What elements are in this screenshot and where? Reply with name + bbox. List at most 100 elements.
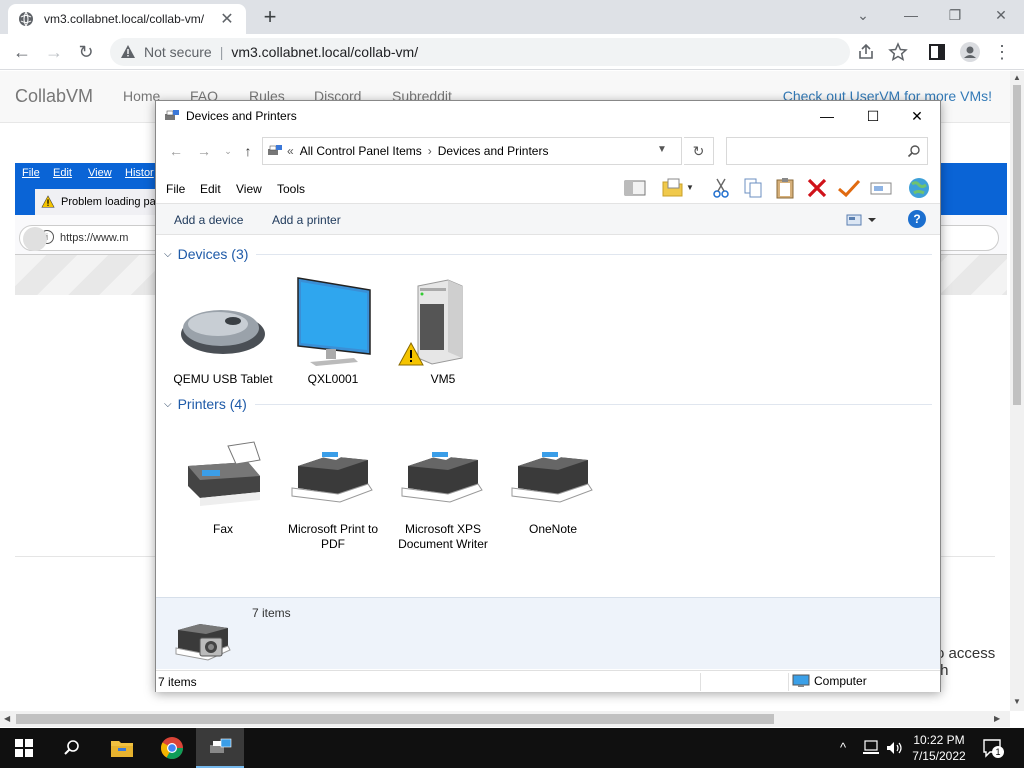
mouse-icon [178,276,268,366]
breadcrumb-devices-printers[interactable]: Devices and Printers [438,144,549,158]
back-icon[interactable]: ← [10,40,34,64]
search-button[interactable] [48,728,96,768]
menu-view[interactable]: View [236,182,262,196]
cut-icon[interactable] [708,176,734,200]
volume-icon[interactable] [886,740,904,756]
reload-icon[interactable]: ↻ [74,40,98,64]
breadcrumb-all-control-panel[interactable]: All Control Panel Items [300,144,422,158]
group-divider [256,253,932,255]
site-brand[interactable]: CollabVM [15,86,93,107]
restore-icon[interactable]: ❐ [940,4,970,26]
scroll-down-icon[interactable]: ▼ [1013,697,1021,706]
device-item[interactable]: QXL0001 [278,276,388,387]
new-tab-button[interactable]: + [258,4,282,30]
printer-icon [398,426,488,516]
device-item[interactable]: VM5 [388,276,498,387]
forward-icon[interactable]: → [42,40,66,64]
bookmark-star-icon[interactable] [888,42,908,62]
profile-avatar-icon[interactable] [960,42,980,62]
group-header-printers[interactable]: ⌵ Printers (4) [164,396,932,412]
address-row: ← → ⌄ ↑ « All Control Panel Items › Devi… [156,133,940,169]
help-icon[interactable]: ? [908,210,926,228]
search-icon [64,740,79,755]
network-icon[interactable] [862,740,880,756]
device-item[interactable]: QEMU USB Tablet [168,276,278,387]
internet-globe-icon[interactable] [906,176,932,200]
up-icon[interactable]: ↑ [238,143,258,159]
group-divider [254,403,932,405]
minimize-icon[interactable]: — [896,4,926,26]
action-center-button[interactable]: 1 [982,738,1004,758]
menu-file[interactable]: File [166,182,185,196]
copy-icon[interactable] [740,176,766,200]
window-minimize-button[interactable]: — [804,101,850,131]
browser-toolbar: ← → ↻ Not secure | vm3.collabnet.local/c… [0,34,1024,70]
taskbar-devices-printers[interactable] [196,728,244,768]
folder-options-icon[interactable] [660,176,686,200]
close-icon[interactable]: ✕ [986,4,1016,26]
scroll-up-icon[interactable]: ▲ [1013,73,1021,82]
taskbar-file-explorer[interactable] [98,728,146,768]
window-maximize-button[interactable]: ☐ [850,101,896,131]
tab-search-icon[interactable]: ⌄ [848,4,878,26]
scroll-right-icon[interactable]: ▶ [994,714,1000,723]
search-input[interactable] [726,137,928,165]
taskbar-chrome[interactable] [148,728,196,768]
vm-menu-file[interactable]: File [22,167,40,179]
warning-icon [398,342,424,366]
breadcrumb-separator[interactable]: › [428,144,432,158]
printer-item[interactable]: Microsoft XPS Document Writer [388,426,498,552]
system-clock[interactable]: 10:22 PM 7/15/2022 [904,732,974,764]
explorer-address-bar[interactable]: « All Control Panel Items › Devices and … [262,137,682,165]
breadcrumb-overflow[interactable]: « [287,144,294,158]
add-printer-button[interactable]: Add a printer [272,213,341,227]
vm-back-icon[interactable] [23,227,47,251]
printer-item[interactable]: OneNote [498,426,608,537]
share-icon[interactable] [856,42,876,62]
show-hidden-icons[interactable]: ^ [840,740,846,755]
address-dropdown-icon[interactable]: ▼ [650,137,674,163]
url-text: vm3.collabnet.local/collab-vm/ [231,44,419,60]
computer-tower-icon [398,276,488,366]
side-panel-icon[interactable] [927,42,947,62]
item-label: QEMU USB Tablet [173,372,273,386]
printer-item[interactable]: Fax [168,426,278,537]
vertical-scrollbar[interactable]: ▲ ▼ [1010,71,1024,711]
vm-menu-edit[interactable]: Edit [53,167,72,179]
chrome-icon [161,737,183,759]
browser-tab[interactable]: vm3.collabnet.local/collab-vm/ ✕ [8,4,246,34]
properties-check-icon[interactable] [836,176,862,200]
item-label: Microsoft XPS Document Writer [398,522,488,551]
vm-menu-view[interactable]: View [88,167,112,179]
window-close-button[interactable]: ✕ [894,101,940,131]
add-device-button[interactable]: Add a device [174,213,243,227]
paste-icon[interactable] [772,176,798,200]
horizontal-scroll-thumb[interactable] [16,714,774,724]
group-header-devices[interactable]: ⌵ Devices (3) [164,246,932,262]
start-button[interactable] [0,728,48,768]
tab-close-icon[interactable]: ✕ [218,9,236,29]
address-bar[interactable]: Not secure | vm3.collabnet.local/collab-… [110,38,850,66]
recent-locations-icon[interactable]: ⌄ [218,146,238,157]
menu-edit[interactable]: Edit [200,182,221,196]
back-icon[interactable]: ← [166,143,186,159]
change-view-icon[interactable] [846,212,876,228]
delete-icon[interactable] [804,176,830,200]
status-bar: 7 items Computer [156,670,940,692]
vm-menu-history[interactable]: Histor [125,167,154,179]
layout-pane-icon[interactable] [622,176,648,200]
computer-icon [792,674,810,687]
devices-printers-icon [210,738,232,753]
rename-icon[interactable] [868,176,894,200]
horizontal-scrollbar[interactable]: ◀ ▶ [0,711,1010,727]
browser-menu-icon[interactable]: ⋮ [990,40,1014,64]
printer-item[interactable]: Microsoft Print to PDF [278,426,388,552]
scroll-left-icon[interactable]: ◀ [4,714,10,723]
folder-icon [111,741,133,757]
menu-tools[interactable]: Tools [277,182,305,196]
refresh-button[interactable]: ↻ [684,137,714,165]
vertical-scroll-thumb[interactable] [1013,85,1021,405]
forward-icon[interactable]: → [194,143,214,159]
taskbar: ^ 10:22 PM 7/15/2022 1 [0,728,1024,768]
tab-strip: vm3.collabnet.local/collab-vm/ ✕ + ⌄ — ❐… [0,0,1024,34]
